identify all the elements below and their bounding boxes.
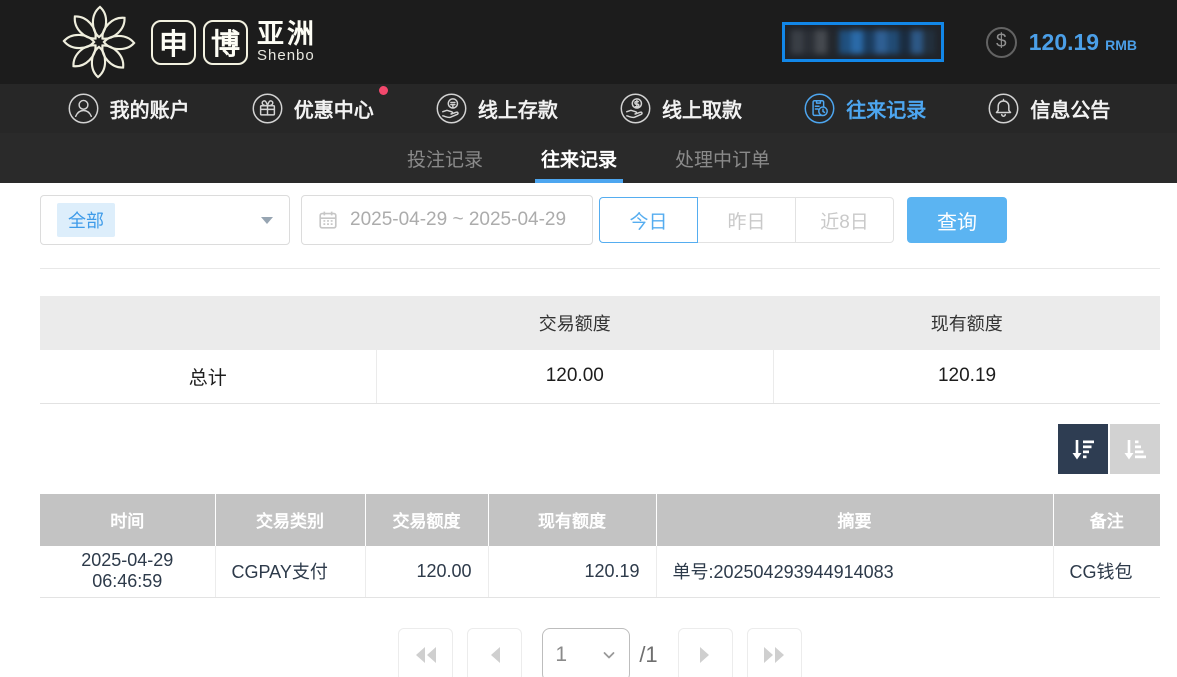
dollar-circle-icon: $ [986,27,1017,58]
flower-logo-icon [60,3,138,81]
sort-descending-button[interactable] [1058,424,1108,474]
pagination: 1 /1 [40,628,1160,677]
summary-total-balance: 120.19 [774,350,1160,403]
redaction-pixels [791,30,935,54]
col-balance: 现有额度 [488,494,656,546]
search-button[interactable]: 查询 [907,197,1007,243]
sort-ascending-icon [1120,434,1150,464]
summary-table: 交易额度 现有额度 总计 120.00 120.19 [40,296,1160,404]
sort-descending-icon [1068,434,1098,464]
next-page-button[interactable] [678,628,733,677]
main-content: 全部 2025-04-29 ~ 2025-04-29 今日 昨日 近8日 查询 … [0,183,1177,677]
username-redacted[interactable] [782,22,944,62]
nav-label: 往来记录 [846,94,926,123]
notification-dot [379,86,388,95]
next-page-icon [696,644,714,666]
last-page-icon [761,644,787,666]
records-table: 时间 交易类别 交易额度 现有额度 摘要 备注 2025-04-29 06:46… [40,494,1160,599]
type-select-dropdown[interactable]: 全部 [40,195,290,245]
summary-header-row: 交易额度 现有额度 [40,296,1160,350]
cell-remark: CG钱包 [1053,546,1160,598]
top-header: 申 博 亚洲 Shenbo $ 120.19 RMB [0,0,1177,84]
summary-header-empty [40,296,376,350]
summary-header-amount: 交易额度 [376,296,774,350]
section-divider [40,268,1160,269]
tab-transaction-records[interactable]: 往来记录 [535,133,623,183]
summary-total-amount: 120.00 [376,350,774,403]
quick-date-group: 今日 昨日 近8日 [599,197,894,243]
last-page-button[interactable] [747,628,802,677]
sort-controls [40,424,1160,474]
filter-bar: 全部 2025-04-29 ~ 2025-04-29 今日 昨日 近8日 查询 [40,195,1160,245]
nav-label: 信息公告 [1030,94,1110,123]
tab-processing-orders[interactable]: 处理中订单 [669,133,776,183]
sort-ascending-button[interactable] [1110,424,1160,474]
nav-label: 我的账户 [110,94,190,123]
logo-char-shen: 申 [151,20,196,65]
page-select-value: 1 [555,643,567,667]
balance-amount: 120.19 [1029,29,1099,56]
cell-time: 2025-04-29 06:46:59 [40,546,215,598]
nav-label: 线上取款 [662,94,742,123]
col-remark: 备注 [1053,494,1160,546]
bell-icon [987,92,1020,125]
withdraw-coin-icon [619,92,652,125]
nav-label: 线上存款 [478,94,558,123]
logo-latin: Shenbo [257,48,317,64]
date-range-value: 2025-04-29 ~ 2025-04-29 [350,209,566,231]
table-row: 2025-04-29 06:46:59 CGPAY支付 120.00 120.1… [40,546,1160,598]
summary-total-label: 总计 [40,350,376,403]
brand-logo[interactable]: 申 博 亚洲 Shenbo [60,3,317,81]
first-page-button[interactable] [398,628,453,677]
prev-page-button[interactable] [467,628,522,677]
quick-last8days-button[interactable]: 近8日 [795,197,894,243]
page-select[interactable]: 1 [542,628,630,677]
selected-type-chip: 全部 [57,203,115,237]
cell-balance: 120.19 [488,546,656,598]
col-amount: 交易额度 [365,494,488,546]
logo-region: 亚洲 [257,20,317,48]
gift-icon [251,92,284,125]
records-header-row: 时间 交易类别 交易额度 现有额度 摘要 备注 [40,494,1160,546]
calendar-icon [317,209,339,231]
cell-summary: 单号:202504293944914083 [656,546,1053,598]
nav-item-announcements[interactable]: 信息公告 [987,92,1110,125]
date-range-picker[interactable]: 2025-04-29 ~ 2025-04-29 [301,195,593,245]
col-type: 交易类别 [215,494,365,546]
nav-item-promotions[interactable]: 优惠中心 [251,92,374,125]
records-clipboard-icon [803,92,836,125]
col-summary: 摘要 [656,494,1053,546]
quick-today-button[interactable]: 今日 [599,197,698,243]
main-navigation: 我的账户 优惠中心 线上存款 线上取款 往来记录 [0,84,1177,133]
balance-currency: RMB [1105,37,1137,53]
quick-yesterday-button[interactable]: 昨日 [697,197,796,243]
nav-item-deposit[interactable]: 线上存款 [435,92,558,125]
chevron-down-icon [601,647,617,663]
logo-char-bo: 博 [203,20,248,65]
balance-display: $ 120.19 RMB [986,27,1137,58]
nav-item-withdraw[interactable]: 线上取款 [619,92,742,125]
record-subtabs: 投注记录 往来记录 处理中订单 [0,133,1177,183]
tab-betting-records[interactable]: 投注记录 [401,133,489,183]
nav-item-records[interactable]: 往来记录 [803,92,926,125]
summary-header-balance: 现有额度 [774,296,1160,350]
summary-total-row: 总计 120.00 120.19 [40,350,1160,403]
cell-type: CGPAY支付 [215,546,365,598]
chevron-down-icon [261,217,273,224]
col-time: 时间 [40,494,215,546]
user-icon [67,92,100,125]
nav-label: 优惠中心 [294,94,374,123]
prev-page-icon [486,644,504,666]
cell-amount: 120.00 [365,546,488,598]
nav-item-my-account[interactable]: 我的账户 [67,92,190,125]
first-page-icon [413,644,439,666]
deposit-coin-icon [435,92,468,125]
page-total: /1 [639,642,657,668]
